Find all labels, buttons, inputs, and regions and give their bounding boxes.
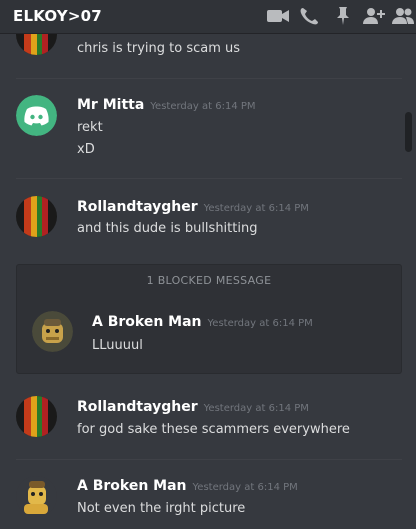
pin-icon[interactable] [331,6,355,26]
avatar[interactable] [16,95,57,136]
message-text: Not even the irght picture [77,501,246,516]
message-text: xD [77,142,95,157]
avatar[interactable] [16,396,57,437]
message-divider [16,459,402,460]
message-timestamp: Yesterday at 6:14 PM [203,203,309,214]
avatar[interactable] [16,476,57,517]
message-text: LLuuuul [92,338,143,353]
scrollbar-thumb[interactable] [405,112,412,152]
message-timestamp: Yesterday at 6:14 PM [192,482,298,493]
message-author[interactable]: Mr Mitta Yesterday at 6:14 PM [77,97,256,113]
message-author[interactable]: A Broken Man Yesterday at 6:14 PM [77,478,298,494]
message-author[interactable]: A Broken Man Yesterday at 6:14 PM [92,314,313,330]
message-timestamp: Yesterday at 6:14 PM [203,403,309,414]
message-divider [16,178,402,179]
message-timestamp: Yesterday at 6:14 PM [150,101,256,112]
message-divider [16,78,402,79]
message-text: rekt [77,120,103,135]
blocked-message-label[interactable]: 1 BLOCKED MESSAGE [17,274,401,287]
video-call-icon[interactable] [266,6,290,26]
message-timestamp: Yesterday at 6:14 PM [207,318,313,329]
avatar[interactable] [16,196,57,237]
message-text: chris is trying to scam us [77,41,241,56]
channel-name: ELKOY>07 [13,7,102,25]
add-member-icon[interactable] [362,6,386,26]
message-author[interactable]: Rollandtaygher Yesterday at 6:14 PM [77,399,309,415]
members-icon[interactable] [392,6,416,26]
message-text: and this dude is bullshitting [77,221,258,236]
channel-header: ELKOY>07 [0,0,416,34]
message-text: for god sake these scammers everywhere [77,422,350,437]
message-author[interactable]: Rollandtaygher Yesterday at 6:14 PM [77,199,309,215]
avatar[interactable] [32,311,73,352]
voice-call-icon[interactable] [298,6,322,26]
